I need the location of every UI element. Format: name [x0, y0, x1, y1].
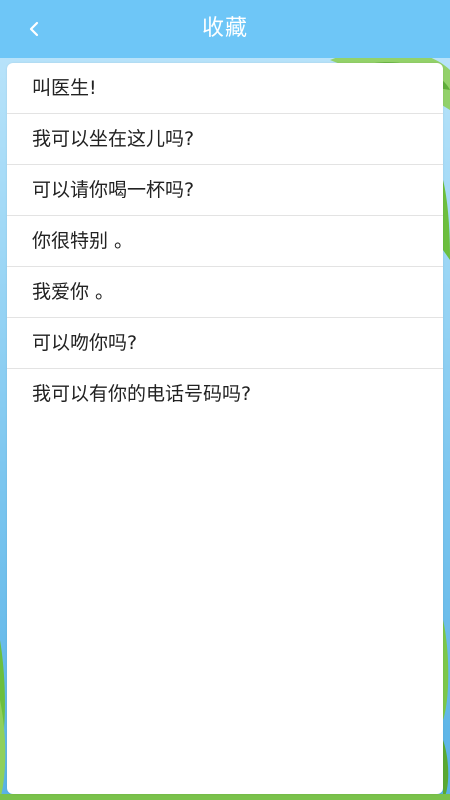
favorite-item[interactable]: 可以请你喝一杯吗?: [7, 165, 443, 216]
favorite-item[interactable]: 你很特别 。: [7, 216, 443, 267]
favorite-item[interactable]: 我爱你 。: [7, 267, 443, 318]
leaf-shape: [443, 740, 449, 800]
leaf-shape: [443, 180, 450, 260]
favorites-list: 叫医生! 我可以坐在这儿吗? 可以请你喝一杯吗? 你很特别 。 我爱你 。 可以…: [7, 63, 443, 419]
favorite-item[interactable]: 我可以有你的电话号码吗?: [7, 369, 443, 419]
leaf-shape: [443, 620, 449, 720]
top-app-bar: 收藏: [0, 0, 450, 58]
favorites-card: 叫医生! 我可以坐在这儿吗? 可以请你喝一杯吗? 你很特别 。 我爱你 。 可以…: [7, 63, 443, 794]
favorite-item[interactable]: 可以吻你吗?: [7, 318, 443, 369]
favorite-item[interactable]: 我可以坐在这儿吗?: [7, 114, 443, 165]
grass-strip: [0, 794, 450, 800]
page-title: 收藏: [201, 16, 248, 41]
favorite-item[interactable]: 叫医生!: [7, 63, 443, 114]
